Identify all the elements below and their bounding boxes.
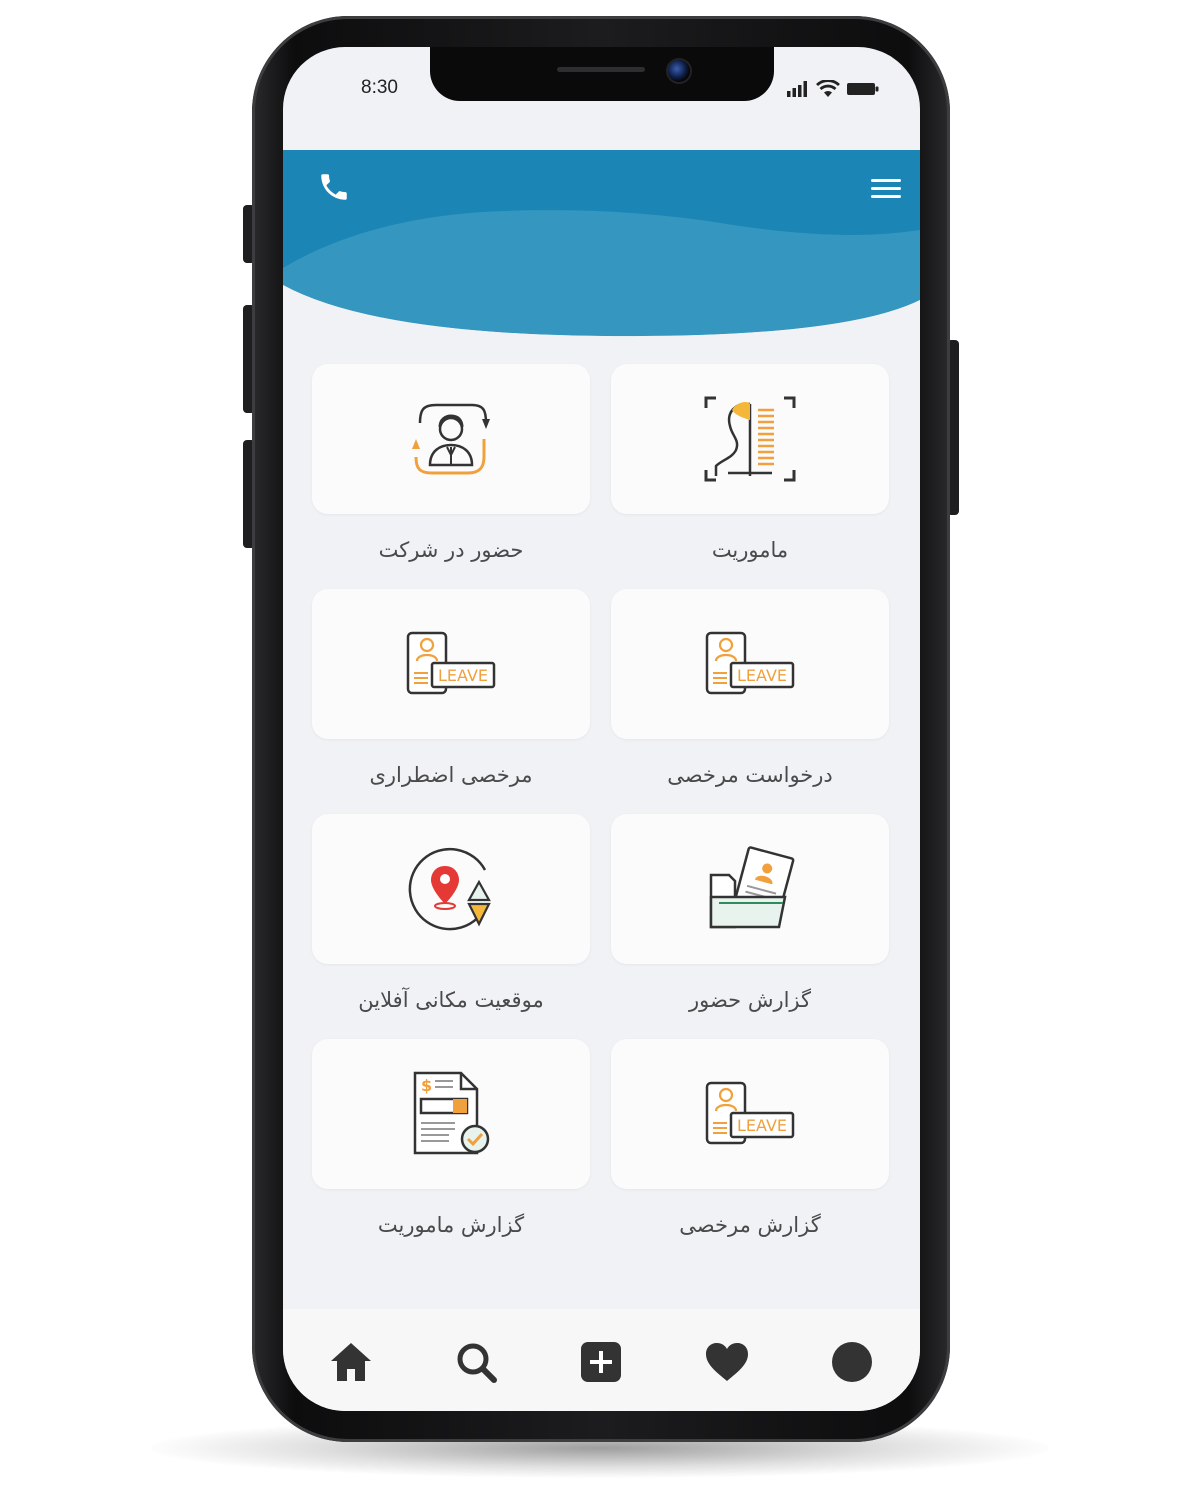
tile-offline-location-label: موقعیت مکانی آفلاین [358, 988, 544, 1012]
svg-text:$: $ [421, 1076, 432, 1095]
tile-leave-request-label: درخواست مرخصی [667, 763, 833, 787]
tile-attendance-report[interactable] [611, 814, 889, 964]
tile-attendance-label: حضور در شرکت [378, 538, 524, 562]
nav-search[interactable] [453, 1339, 499, 1385]
nav-profile[interactable] [829, 1339, 875, 1385]
tile-leave-report[interactable]: LEAVE [611, 1039, 889, 1189]
bottom-nav [283, 1309, 920, 1411]
speaker [557, 67, 645, 72]
header-wave [283, 150, 920, 342]
notch [430, 47, 774, 101]
battery-icon [847, 82, 879, 95]
tile-mission[interactable] [611, 364, 889, 514]
phone-icon[interactable] [317, 170, 351, 204]
leave-badge-text: LEAVE [737, 1116, 787, 1135]
home-icon [331, 1343, 371, 1381]
leave-card-icon: LEAVE [406, 631, 496, 695]
location-sync-icon [408, 847, 491, 931]
leave-badge-text: LEAVE [438, 666, 488, 685]
invoice-check-icon: $ [413, 1071, 490, 1155]
tile-leave-request[interactable]: LEAVE [611, 589, 889, 739]
tile-mission-report[interactable]: $ [312, 1039, 590, 1189]
menu-icon[interactable] [871, 178, 901, 200]
attendance-user-icon [412, 403, 490, 475]
tile-attendance-report-label: گزارش حضور [688, 988, 812, 1012]
tile-emergency-leave-label: مرخصی اضطراری [369, 763, 533, 787]
leave-card-icon: LEAVE [705, 631, 795, 695]
nav-add[interactable] [578, 1339, 624, 1385]
tile-mission-label: ماموریت [711, 538, 789, 562]
tile-leave-report-label: گزارش مرخصی [679, 1213, 821, 1237]
tile-attendance[interactable] [312, 364, 590, 514]
search-icon [457, 1343, 497, 1383]
signal-icon [787, 80, 807, 97]
status-time: 8:30 [361, 77, 398, 98]
status-icons [787, 80, 879, 97]
phone-screen: 8:30 ماموریت حضور در شرکت LEAVE درخواست … [283, 47, 920, 1411]
wifi-icon [816, 80, 840, 97]
app-header [283, 150, 920, 342]
nav-favorites[interactable] [704, 1339, 750, 1385]
leave-card-icon: LEAVE [705, 1081, 795, 1145]
heart-icon [706, 1343, 748, 1381]
camera [666, 58, 692, 84]
folder-profile-icon [709, 846, 795, 929]
tile-offline-location[interactable] [312, 814, 590, 964]
add-icon [581, 1342, 621, 1382]
tile-mission-report-label: گزارش ماموریت [377, 1213, 525, 1237]
profile-icon [832, 1342, 872, 1382]
nav-home[interactable] [328, 1339, 374, 1385]
leave-badge-text: LEAVE [737, 666, 787, 685]
tile-emergency-leave[interactable]: LEAVE [312, 589, 590, 739]
face-scan-icon [704, 396, 796, 482]
